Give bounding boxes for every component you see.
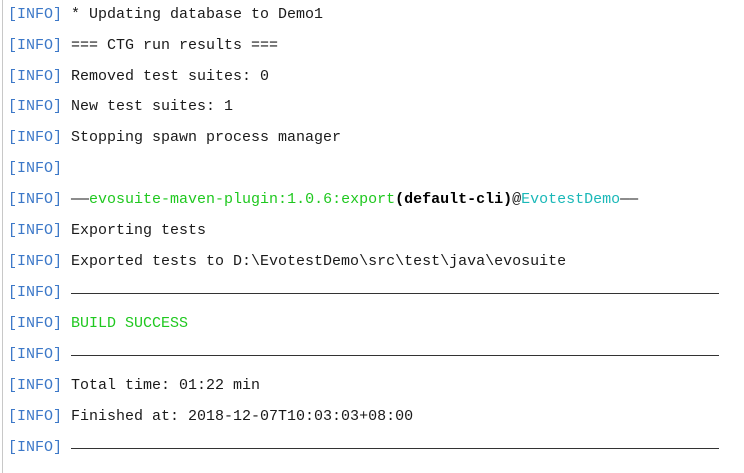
log-level-tag: [INFO] [8,68,63,85]
log-message: Exported tests to D:\EvotestDemo\src\tes… [71,253,567,270]
log-line: [INFO] Exported tests to D:\EvotestDemo\s… [8,251,566,273]
build-status-line: [INFO] BUILD SUCCESS [8,313,188,335]
build-success-text: BUILD SUCCESS [71,315,189,332]
separator-rule [71,292,720,294]
log-level-tag: [INFO] [8,346,63,363]
log-message: New test suites: 1 [71,98,234,115]
separator-line: [INFO] [8,344,720,366]
log-level-tag: [INFO] [8,377,63,394]
log-level-tag: [INFO] [8,37,63,54]
log-message: Total time: 01:22 min [71,377,261,394]
log-level-tag: [INFO] [8,129,63,146]
separator-rule [71,447,720,449]
log-message: === CTG run results === [71,37,279,54]
log-line: [INFO] Finished at: 2018-12-07T10:03:03+0… [8,406,413,428]
plugin-header-line: [INFO] —— evosuite-maven-plugin:1.0.6:exp… [8,189,638,211]
log-line: [INFO] Total time: 01:22 min [8,375,260,397]
log-level-tag: [INFO] [8,6,63,23]
log-line: [INFO] [8,158,71,180]
log-line: [INFO] Stopping spawn process manager [8,127,341,149]
log-level-tag: [INFO] [8,439,63,456]
plugin-goal: evosuite-maven-plugin:1.0.6:export [89,191,396,208]
log-line: [INFO] New test suites: 1 [8,96,233,118]
log-message: Stopping spawn process manager [71,129,342,146]
plugin-execution: (default-cli) [395,191,513,208]
log-message: Finished at: 2018-12-07T10:03:03+08:00 [71,408,414,425]
log-line: [INFO] === CTG run results === [8,35,278,57]
separator-line: [INFO] [8,437,720,459]
at-sign: @ [512,191,522,208]
log-level-tag: [INFO] [8,160,63,177]
log-level-tag: [INFO] [8,315,63,332]
separator-rule [71,354,720,356]
log-level-tag: [INFO] [8,98,63,115]
log-message: * Updating database to Demo1 [71,6,324,23]
log-level-tag: [INFO] [8,253,63,270]
separator-line: [INFO] [8,282,720,304]
log-line: [INFO] * Updating database to Demo1 [8,4,323,26]
log-message: Exporting tests [71,222,207,239]
plugin-prefix: —— [71,191,90,208]
log-level-tag: [INFO] [8,408,63,425]
log-message: Removed test suites: 0 [71,68,270,85]
project-name: EvotestDemo [521,191,621,208]
log-level-tag: [INFO] [8,284,63,301]
plugin-suffix: —— [620,191,639,208]
log-line: [INFO] Exporting tests [8,220,206,242]
log-line: [INFO] Removed test suites: 0 [8,66,269,88]
console-output: [INFO] * Updating database to Demo1 [INFO… [0,0,744,473]
console-left-border [2,0,3,473]
log-level-tag: [INFO] [8,222,63,239]
log-level-tag: [INFO] [8,191,63,208]
